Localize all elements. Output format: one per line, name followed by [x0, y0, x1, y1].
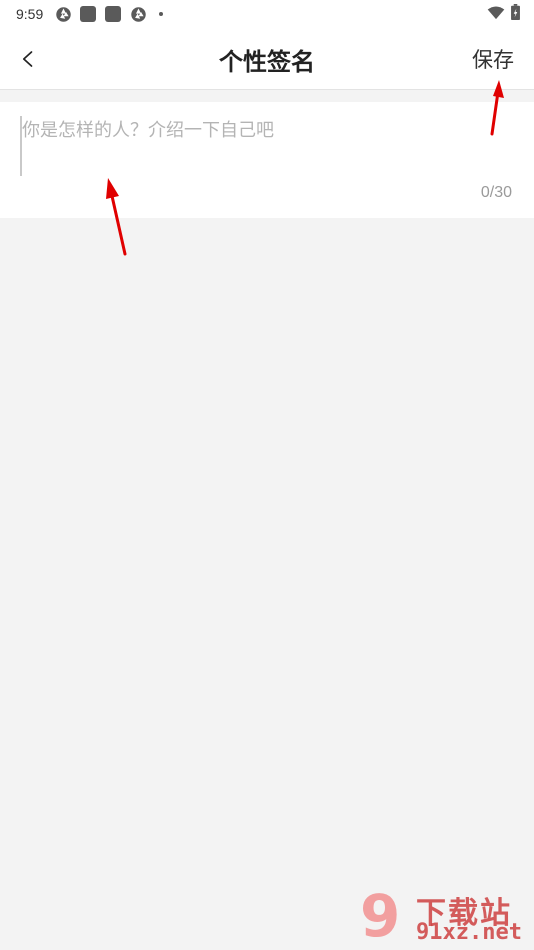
status-right [487, 4, 520, 24]
app-square-icon [80, 6, 97, 22]
status-time: 9:59 [16, 6, 44, 22]
back-button[interactable] [14, 44, 42, 74]
save-button[interactable]: 保存 [472, 44, 514, 74]
top-app-bar: 个性签名 保存 [0, 28, 534, 90]
wifi-icon [487, 5, 505, 24]
app-square-icon [105, 6, 122, 22]
watermark-logo: 9 下载站 91xz.net [358, 884, 526, 948]
watermark-digit: 9 [360, 882, 401, 950]
aperture-icon [130, 6, 147, 23]
watermark-domain: 91xz.net [416, 920, 522, 945]
dot-icon [159, 12, 164, 16]
chevron-left-icon [22, 51, 33, 67]
battery-icon [511, 4, 520, 24]
page-title: 个性签名 [219, 48, 315, 76]
char-counter: 0/30 [480, 184, 512, 201]
signature-editor: 0/30 [0, 102, 534, 218]
status-bar: 9:59 [0, 0, 534, 28]
signature-input[interactable] [20, 116, 514, 176]
aperture-icon [55, 6, 72, 23]
